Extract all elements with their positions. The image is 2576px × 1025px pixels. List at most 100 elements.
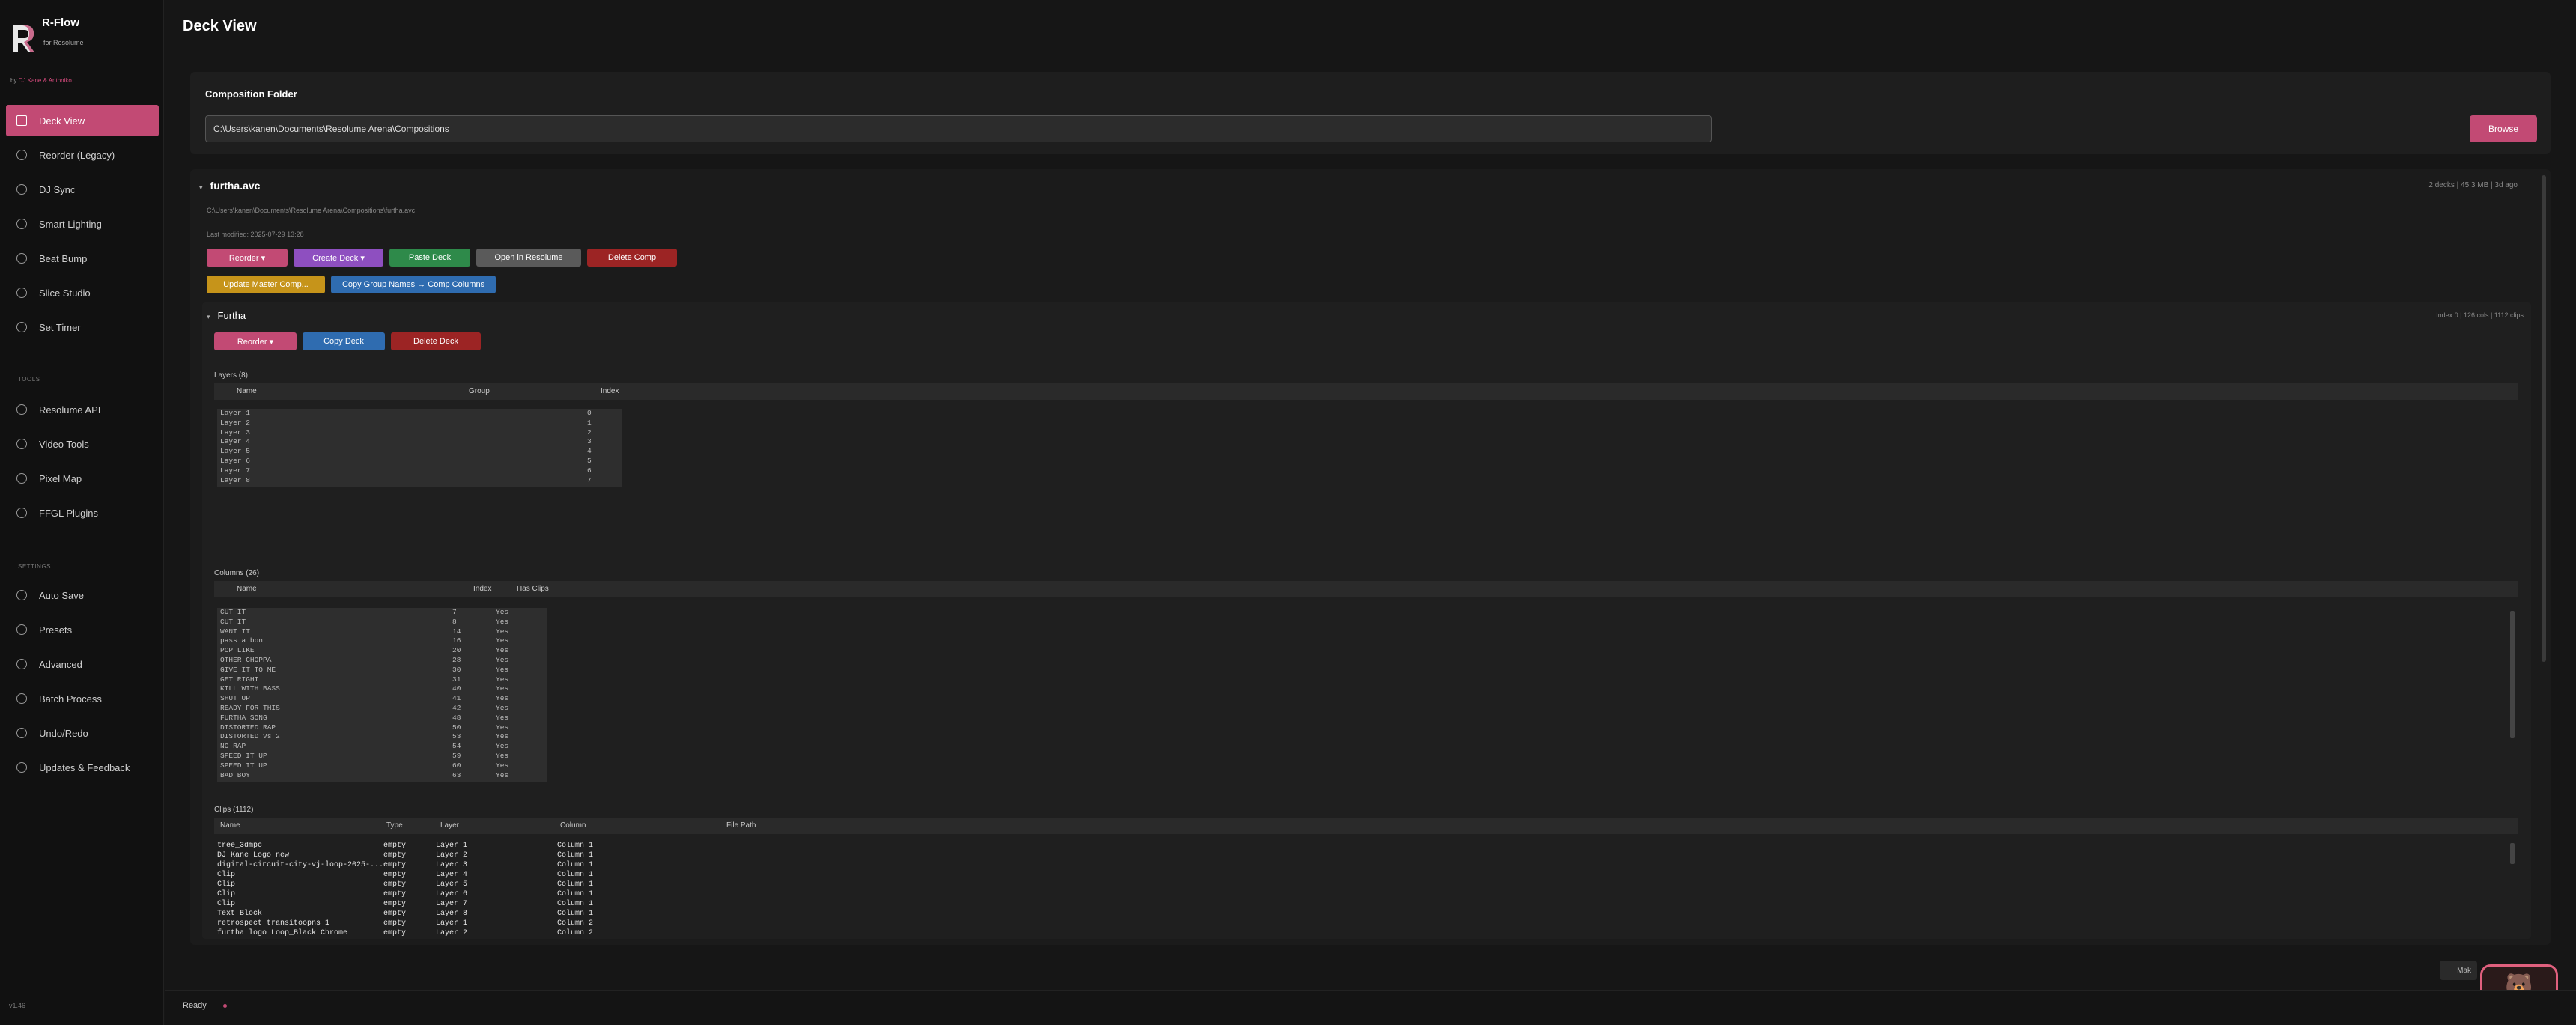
column-index: 28 (452, 655, 461, 664)
list-item[interactable]: Layer 2 1 (217, 419, 622, 428)
list-item[interactable]: GIVE IT TO ME 30 Yes (217, 666, 547, 675)
list-item[interactable]: Layer 6 5 (217, 457, 622, 466)
nav-set-timer[interactable]: Set Timer (6, 311, 159, 343)
list-item[interactable]: CUT IT 8 Yes (217, 618, 547, 627)
clip-column: Column 2 (557, 919, 594, 928)
col-header-column[interactable]: Column (560, 821, 586, 830)
list-item[interactable]: Layer 4 3 (217, 437, 622, 447)
main-content: Deck View Composition Folder Browse ▾ fur… (165, 0, 2576, 1025)
table-row[interactable]: digital-circuit-city-vj-loop-2025-... emp… (217, 861, 891, 871)
nav-ffgl-plugins[interactable]: FFGL Plugins (6, 497, 159, 529)
delete-comp-button[interactable]: Delete Comp (587, 249, 677, 267)
copy-deck-button[interactable]: Copy Deck (303, 332, 385, 350)
mini-action-button[interactable]: Mak (2440, 961, 2477, 980)
nav-smart-lighting[interactable]: Smart Lighting (6, 208, 159, 240)
col-header-name[interactable]: Name (220, 821, 240, 830)
list-item[interactable]: SPEED IT UP 59 Yes (217, 752, 547, 761)
list-item[interactable]: Layer 7 6 (217, 466, 622, 476)
table-row[interactable]: Clip empty Layer 6 Column 1 (217, 890, 891, 900)
update-master-comp-button[interactable]: Update Master Comp... (207, 276, 325, 293)
column-has-clips: Yes (496, 732, 509, 741)
list-item[interactable]: SHUT UP 41 Yes (217, 694, 547, 704)
list-item[interactable]: FURTHA SONG 48 Yes (217, 714, 547, 723)
nav-advanced[interactable]: Advanced (6, 648, 159, 680)
deck-reorder-button[interactable]: Reorder ▾ (214, 332, 297, 350)
list-item[interactable]: GET RIGHT 31 Yes (217, 675, 547, 685)
composition-folder-input[interactable] (205, 115, 1712, 142)
nav-updates-feedback[interactable]: Updates & Feedback (6, 752, 159, 783)
column-index: 60 (452, 761, 461, 770)
list-item[interactable]: KILL WITH BASS 40 Yes (217, 684, 547, 694)
nav-auto-save[interactable]: Auto Save (6, 580, 159, 611)
list-item[interactable]: Layer 8 7 (217, 476, 622, 486)
nav-slice-studio[interactable]: Slice Studio (6, 277, 159, 308)
nav-resolume-api[interactable]: Resolume API (6, 394, 159, 425)
list-item[interactable]: DISTORTED RAP 50 Yes (217, 723, 547, 733)
list-item[interactable]: NO RAP 54 Yes (217, 742, 547, 752)
list-item[interactable]: pass a bon 16 Yes (217, 636, 547, 646)
nav-video-tools[interactable]: Video Tools (6, 428, 159, 460)
nav-deck-view[interactable]: Deck View (6, 105, 159, 136)
nav-pixel-map[interactable]: Pixel Map (6, 463, 159, 494)
list-item[interactable]: READY FOR THIS 42 Yes (217, 704, 547, 714)
table-row[interactable]: tree_3dmpc empty Layer 1 Column 1 (217, 842, 891, 851)
col-header-name[interactable]: Name (237, 585, 257, 593)
table-row[interactable]: Text Block empty Layer 8 Column 1 (217, 910, 891, 919)
nav-reorder-legacy[interactable]: Reorder (Legacy) (6, 139, 159, 171)
col-header-name[interactable]: Name (237, 387, 257, 395)
table-row[interactable]: retrospect transitoopns_1 empty Layer 1 Col… (217, 919, 891, 929)
col-header-index[interactable]: Index (473, 585, 491, 593)
list-item[interactable]: OTHER CHOPPA 28 Yes (217, 656, 547, 666)
list-item[interactable]: DISTORTED Vs 2 53 Yes (217, 732, 547, 742)
open-in-resolume-button[interactable]: Open in Resolume (476, 249, 581, 267)
browse-button[interactable]: Browse (2470, 115, 2537, 142)
list-item[interactable]: Layer 5 4 (217, 447, 622, 457)
col-header-type[interactable]: Type (386, 821, 403, 830)
list-item[interactable]: POP LIKE 20 Yes (217, 646, 547, 656)
list-item[interactable]: WANT IT 14 Yes (217, 627, 547, 637)
collapse-chevron-icon[interactable]: ▾ (207, 313, 210, 320)
api-icon (16, 404, 27, 415)
nav-batch-process[interactable]: Batch Process (6, 683, 159, 714)
col-header-index[interactable]: Index (601, 387, 619, 395)
clip-name: Text Block (217, 910, 263, 918)
table-row[interactable]: Clip empty Layer 4 Column 1 (217, 871, 891, 880)
deck-header[interactable]: ▾ Furtha (207, 310, 246, 321)
table-row[interactable]: furtha logo Loop_Black Chrome empty Layer … (217, 929, 891, 939)
column-index: 53 (452, 732, 461, 741)
create-deck-button[interactable]: Create Deck ▾ (294, 249, 383, 267)
composition-header[interactable]: ▾ furtha.avc (199, 180, 260, 192)
delete-deck-button[interactable]: Delete Deck (391, 332, 481, 350)
list-item[interactable]: Layer 3 2 (217, 428, 622, 438)
table-row[interactable]: Clip empty Layer 7 Column 1 (217, 900, 891, 910)
nav-presets[interactable]: Presets (6, 614, 159, 645)
collapse-chevron-icon[interactable]: ▾ (199, 183, 203, 191)
clips-list[interactable]: tree_3dmpc empty Layer 1 Column 1 DJ_Kane_L… (217, 842, 891, 940)
layer-name: Layer 3 (220, 428, 250, 437)
columns-list[interactable]: CUT IT 7 Yes CUT IT 8 Yes WANT IT 14 Yes pass … (217, 608, 547, 782)
nav-beat-bump[interactable]: Beat Bump (6, 243, 159, 274)
clip-layer: Layer 8 (436, 910, 468, 918)
composition-meta: 2 decks | 45.3 MB | 3d ago (2428, 181, 2518, 189)
clip-column: Column 1 (557, 871, 594, 879)
copy-group-names-button[interactable]: Copy Group Names → Comp Columns (331, 276, 496, 293)
comp-reorder-button[interactable]: Reorder ▾ (207, 249, 288, 267)
columns-scrollbar[interactable] (2510, 611, 2515, 738)
layers-list[interactable]: Layer 1 0 Layer 2 1 Layer 3 2 Layer 4 3 Laye… (217, 409, 622, 487)
layers-table-header: Name Group Index (214, 383, 2518, 400)
clips-scrollbar[interactable] (2510, 843, 2515, 864)
col-header-has-clips[interactable]: Has Clips (517, 585, 549, 593)
col-header-file-path[interactable]: File Path (726, 821, 756, 830)
nav-dj-sync[interactable]: DJ Sync (6, 174, 159, 205)
list-item[interactable]: Layer 1 0 (217, 409, 622, 419)
list-item[interactable]: CUT IT 7 Yes (217, 608, 547, 618)
nav-undo-redo[interactable]: Undo/Redo (6, 717, 159, 749)
col-header-layer[interactable]: Layer (440, 821, 459, 830)
composition-scrollbar[interactable] (2542, 175, 2546, 662)
list-item[interactable]: SPEED IT UP 60 Yes (217, 761, 547, 771)
col-header-group[interactable]: Group (469, 387, 490, 395)
table-row[interactable]: DJ_Kane_Logo_new empty Layer 2 Column 1 (217, 851, 891, 861)
list-item[interactable]: BAD BOY 63 Yes (217, 771, 547, 781)
table-row[interactable]: Clip empty Layer 5 Column 1 (217, 880, 891, 890)
paste-deck-button[interactable]: Paste Deck (389, 249, 470, 267)
